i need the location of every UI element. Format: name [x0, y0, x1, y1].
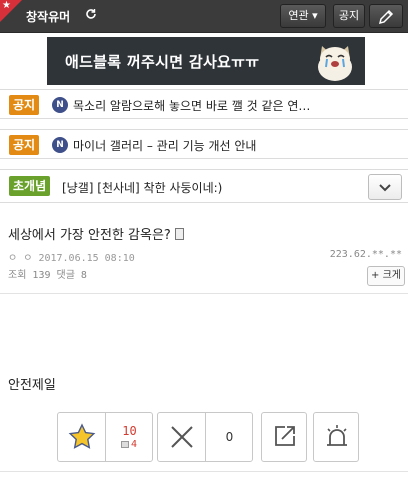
new-badge-icon: N — [52, 137, 68, 153]
nonrecommend-button[interactable] — [158, 413, 205, 461]
ad-banner[interactable]: 애드블록 꺼주시면 감사요ㅠㅠ — [47, 37, 365, 85]
concept-row[interactable]: 초개념 [냥갤] [천사네] 착한 사둥이네:) — [0, 169, 408, 203]
nonrecommend-box: 0 — [157, 412, 253, 462]
gallery-title[interactable]: 창작유머 — [26, 8, 70, 25]
post-title-text: 세상에서 가장 안전한 감옥은? — [8, 228, 171, 243]
notice-text[interactable]: 마이너 갤러리 – 관리 기능 개선 안내 — [73, 137, 256, 154]
write-button[interactable] — [369, 4, 403, 28]
post-stats: 조회 139 댓글 8 — [8, 270, 87, 281]
notice-tag: 공지 — [9, 95, 40, 115]
siren-icon — [327, 425, 347, 446]
post-ip: 223.62.**.** — [329, 249, 402, 260]
fixed-recommend-count: 4 — [131, 439, 138, 450]
divider — [0, 471, 408, 472]
recommend-button[interactable] — [58, 413, 105, 461]
recommend-count: 10 — [122, 424, 137, 438]
notice-row[interactable]: 공지 N 마이너 갤러리 – 관리 기능 개선 안내 — [0, 129, 408, 159]
star-icon — [68, 423, 96, 449]
post-author-date: ㅇ ㅇ 2017.06.15 08:10 — [8, 253, 135, 264]
share-icon — [275, 426, 295, 446]
report-button[interactable] — [313, 412, 359, 462]
pencil-icon — [378, 9, 394, 25]
concept-tag: 초개념 — [9, 176, 51, 196]
banner-text: 애드블록 꺼주시면 감사요ㅠㅠ — [65, 53, 260, 71]
recommend-box: 10 4 — [57, 412, 153, 462]
notice-row[interactable]: 공지 N 목소리 알람으로해 놓으면 바로 깰 것 같은 연… — [0, 89, 408, 119]
top-header: ★ 창작유머 연관 ▾ 공지 — [0, 0, 408, 33]
notice-text[interactable]: 목소리 알람으로해 놓으면 바로 깰 것 같은 연… — [73, 97, 310, 114]
refresh-icon[interactable] — [85, 8, 97, 23]
notice-button[interactable]: 공지 — [333, 4, 365, 28]
star-icon: ★ — [2, 0, 11, 11]
fixed-recommend-icon — [121, 441, 129, 448]
divider — [0, 293, 408, 294]
post-body: 안전제일 — [8, 378, 56, 393]
document-icon — [174, 228, 184, 240]
crying-cat-icon — [318, 46, 352, 81]
nonrecommend-count: 0 — [225, 430, 234, 444]
expand-button[interactable] — [368, 174, 402, 200]
new-badge-icon: N — [52, 97, 68, 113]
concept-text[interactable]: [냥갤] [천사네] 착한 사둥이네:) — [62, 179, 222, 196]
post-title: 세상에서 가장 안전한 감옥은? — [8, 224, 184, 243]
related-button[interactable]: 연관 ▾ — [280, 4, 326, 28]
share-button[interactable] — [261, 412, 307, 462]
vote-separator — [105, 413, 106, 461]
close-icon — [171, 426, 193, 448]
enlarge-button[interactable]: + 크게 — [367, 266, 405, 286]
notice-tag: 공지 — [9, 135, 40, 155]
chevron-down-icon — [379, 184, 391, 192]
